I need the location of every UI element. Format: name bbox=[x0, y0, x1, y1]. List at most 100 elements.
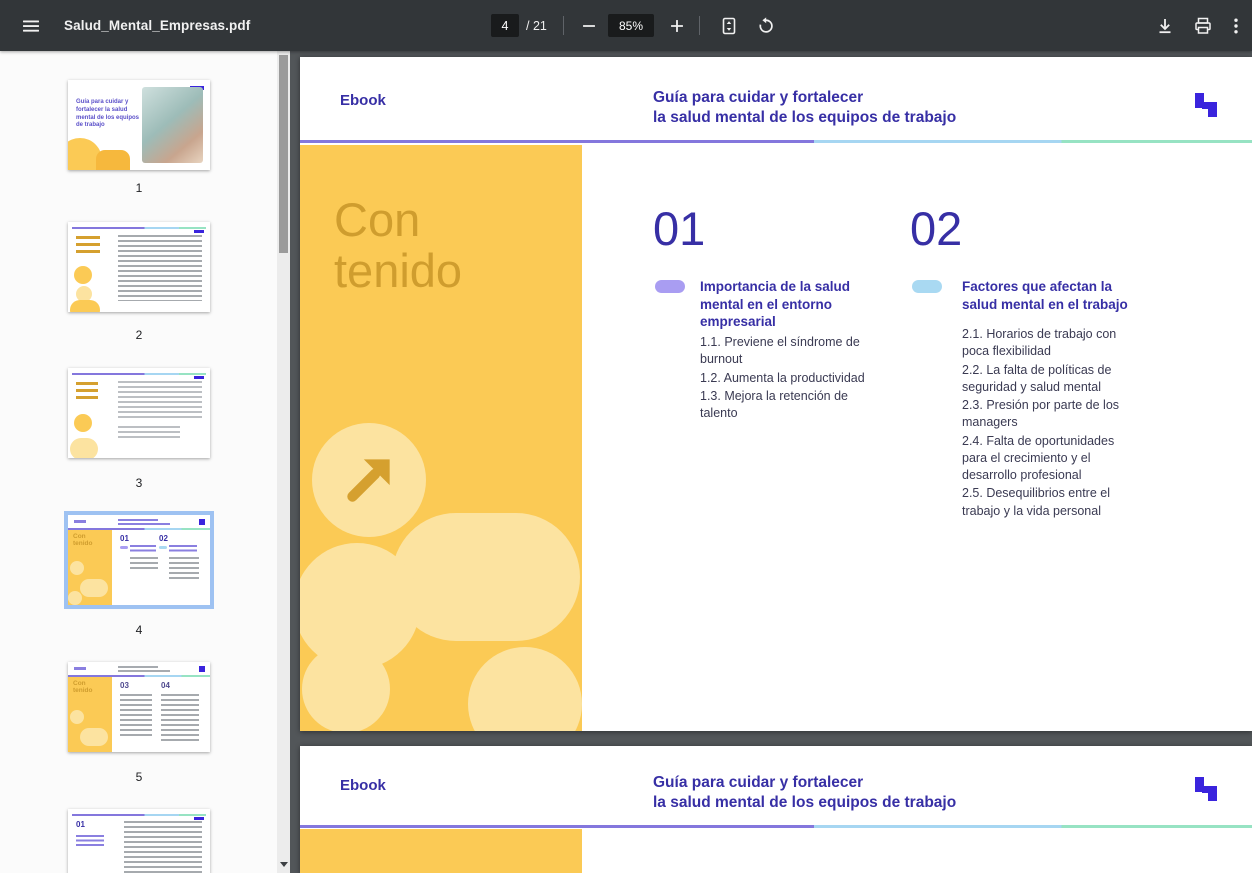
thumbnail-page-5[interactable]: Contenido 03 04 bbox=[68, 662, 210, 752]
toc-item: 1.1. Previene el síndrome de burnout bbox=[700, 334, 873, 369]
logo-mark bbox=[199, 519, 205, 525]
title-line-mark bbox=[118, 666, 158, 668]
company-logo-icon bbox=[1195, 93, 1218, 122]
yellow-blob bbox=[70, 300, 100, 312]
blue-pill bbox=[159, 546, 167, 549]
yellow-blob bbox=[74, 414, 92, 432]
page-header-title: Guía para cuidar y fortalecer la salud m… bbox=[653, 88, 956, 128]
page-header-title: Guía para cuidar y fortalecer la salud m… bbox=[653, 773, 956, 813]
page-number-input[interactable] bbox=[491, 14, 519, 37]
cream-blob bbox=[68, 591, 82, 605]
section-1-bullet bbox=[655, 280, 685, 293]
cream-blob bbox=[80, 579, 108, 597]
ebook-label: Ebook bbox=[340, 92, 386, 109]
toolbar-divider bbox=[563, 16, 564, 35]
title-line-mark bbox=[118, 523, 170, 525]
thumbnail-page-1[interactable]: Guía para cuidar y fortalecer la salud m… bbox=[68, 80, 210, 170]
cream-blob bbox=[70, 438, 98, 458]
document-filename: Salud_Mental_Empresas.pdf bbox=[64, 0, 250, 51]
header-rule bbox=[72, 227, 206, 229]
thumbnail-page-number: 5 bbox=[68, 770, 210, 784]
header-gradient-rule bbox=[300, 825, 1252, 828]
sidebar-scrollbar-thumb[interactable] bbox=[279, 55, 288, 253]
pdf-page-4: Ebook Guía para cuidar y fortalecer la s… bbox=[300, 57, 1252, 731]
gold-text-lines bbox=[76, 382, 98, 399]
logo-mark bbox=[194, 230, 204, 233]
yellow-blob bbox=[74, 266, 92, 284]
toc-item: 2.1. Horarios de trabajo con poca flexib… bbox=[962, 326, 1135, 361]
title-line-mark bbox=[118, 670, 170, 672]
toc-item: 1.2. Aumenta la productividad bbox=[700, 370, 873, 387]
zoom-level-value[interactable]: 85% bbox=[608, 14, 654, 37]
section-2-items: 2.1. Horarios de trabajo con poca flexib… bbox=[962, 326, 1135, 521]
header-gradient-rule bbox=[300, 140, 1252, 143]
scroll-down-icon[interactable] bbox=[277, 856, 290, 873]
thumbnail-page-number: 4 bbox=[68, 623, 210, 637]
pdf-toolbar: Salud_Mental_Empresas.pdf / 21 85% bbox=[0, 0, 1252, 51]
ebook-label-mark bbox=[74, 520, 86, 523]
thumbnail-page-4[interactable]: Contenido 01 02 bbox=[68, 515, 210, 605]
more-options-icon[interactable] bbox=[1221, 11, 1250, 40]
cream-blob bbox=[70, 710, 84, 724]
section-number: 03 bbox=[120, 682, 129, 690]
section-number: 02 bbox=[159, 535, 168, 543]
pdf-page-5: Ebook Guía para cuidar y fortalecer la s… bbox=[300, 746, 1252, 873]
logo-mark bbox=[194, 376, 204, 379]
section-2-number: 02 bbox=[910, 205, 962, 252]
text-lines bbox=[118, 381, 202, 419]
logo-mark bbox=[194, 817, 204, 820]
thumbnail-page-2[interactable] bbox=[68, 222, 210, 312]
thumbnail-page-number: 1 bbox=[68, 181, 210, 195]
text-lines bbox=[130, 557, 158, 571]
thumbnail-sidebar: Guía para cuidar y fortalecer la salud m… bbox=[0, 51, 290, 873]
toc-item: 2.4. Falta de oportunidades para el crec… bbox=[962, 433, 1135, 485]
fit-to-page-icon[interactable] bbox=[714, 11, 743, 40]
zoom-in-icon[interactable] bbox=[662, 11, 691, 40]
page-count-label: / 21 bbox=[526, 0, 547, 51]
rotate-icon[interactable] bbox=[751, 11, 780, 40]
heading-lines bbox=[76, 835, 104, 847]
toc-item: 2.5. Desequilibrios entre el trabajo y l… bbox=[962, 485, 1135, 520]
text-lines bbox=[161, 694, 199, 742]
section-number: 01 bbox=[76, 821, 85, 829]
cream-blob bbox=[392, 513, 580, 641]
section-1-heading: Importancia de la salud mental en el ent… bbox=[700, 278, 870, 331]
text-lines bbox=[169, 557, 199, 581]
thumbnail-page-3[interactable] bbox=[68, 368, 210, 458]
text-lines bbox=[120, 694, 152, 736]
section-2-bullet bbox=[912, 280, 942, 293]
print-icon[interactable] bbox=[1188, 11, 1217, 40]
thumbnail-page-6[interactable]: 01 bbox=[68, 809, 210, 873]
cream-blob bbox=[302, 645, 390, 731]
download-icon[interactable] bbox=[1150, 11, 1179, 40]
contenido-word: Contenido bbox=[73, 533, 93, 548]
cover-title: Guía para cuidar y fortalecer la salud m… bbox=[76, 99, 142, 130]
contenido-panel bbox=[300, 829, 582, 873]
pdf-viewer-window: Salud_Mental_Empresas.pdf / 21 85% bbox=[0, 0, 1252, 873]
thumbnail-page-number: 2 bbox=[68, 328, 210, 342]
section-1-number: 01 bbox=[653, 205, 705, 252]
logo-mark bbox=[199, 666, 205, 672]
text-lines bbox=[124, 821, 202, 873]
text-lines bbox=[118, 426, 180, 440]
cream-blob bbox=[80, 728, 108, 746]
header-rule bbox=[72, 814, 206, 816]
cover-photo bbox=[142, 87, 203, 163]
company-logo-icon bbox=[1195, 777, 1218, 806]
document-viewport[interactable]: Ebook Guía para cuidar y fortalecer la s… bbox=[290, 51, 1252, 873]
toc-item: 2.3. Presión por parte de los managers bbox=[962, 397, 1135, 432]
toc-item: 1.3. Mejora la retención de talento bbox=[700, 388, 873, 423]
section-1-items: 1.1. Previene el síndrome de burnout 1.2… bbox=[700, 334, 873, 423]
ebook-label-mark bbox=[74, 667, 86, 670]
menu-icon[interactable] bbox=[16, 11, 45, 40]
toc-item: 2.2. La falta de políticas de seguridad … bbox=[962, 362, 1135, 397]
toolbar-divider bbox=[699, 16, 700, 35]
up-right-arrow-icon bbox=[312, 423, 426, 537]
contenido-title: Con tenido bbox=[334, 195, 462, 297]
cream-blob bbox=[70, 561, 84, 575]
header-rule bbox=[72, 373, 206, 375]
title-line-mark bbox=[118, 519, 158, 521]
heading-lines bbox=[169, 545, 197, 553]
section-2-heading: Factores que afectan la salud mental en … bbox=[962, 278, 1132, 313]
zoom-out-icon[interactable] bbox=[574, 11, 603, 40]
